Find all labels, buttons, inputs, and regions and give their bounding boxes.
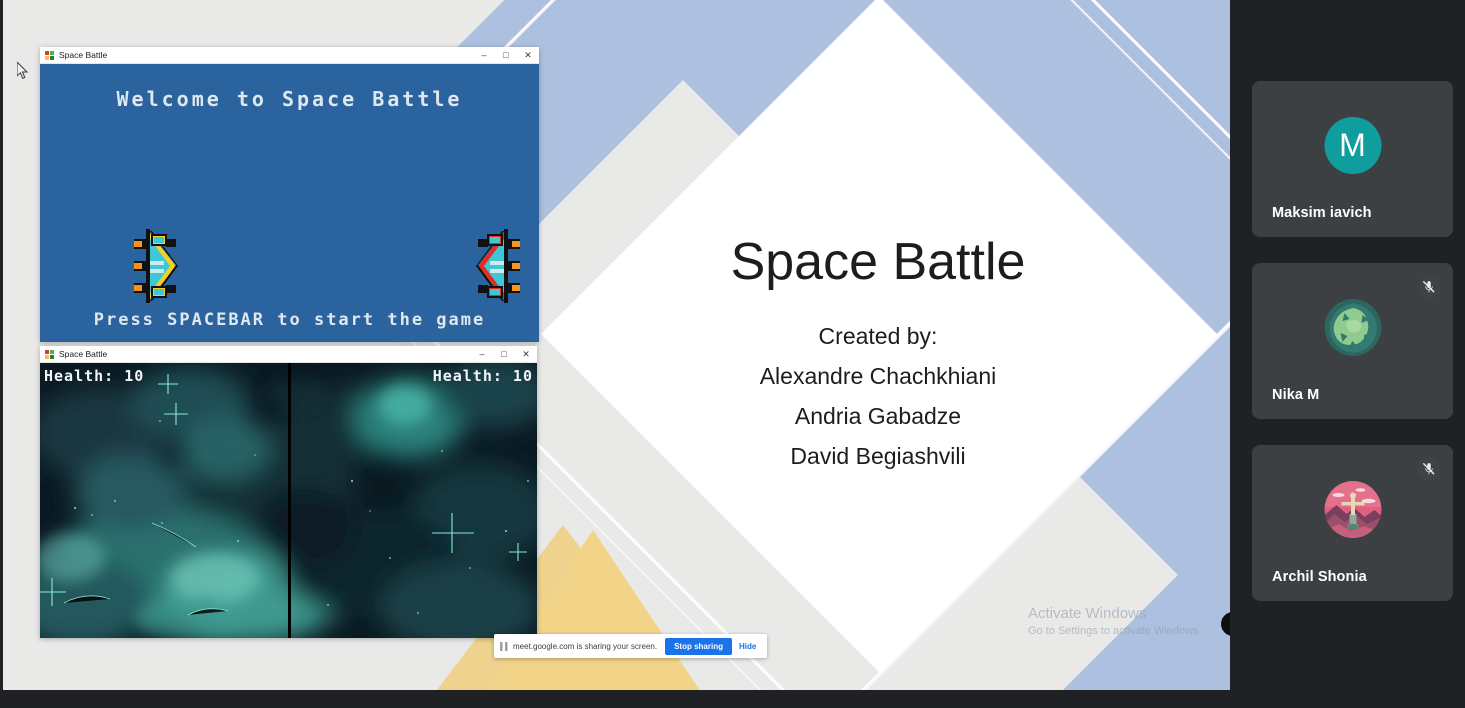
mic-muted-icon: [1417, 275, 1441, 299]
participant-tile-maksim-iavich[interactable]: M Maksim iavich: [1252, 81, 1453, 237]
screen-sharing-toast[interactable]: meet.google.com is sharing your screen. …: [494, 634, 768, 658]
window2-title: Space Battle: [59, 349, 108, 359]
meet-screenshare-screen: Space Battle Created by: Alexandre Chach…: [0, 0, 1465, 708]
participant-tile-archil-shonia[interactable]: Archil Shonia: [1252, 445, 1453, 601]
window2-close-button[interactable]: ✕: [515, 346, 537, 363]
game-welcome-text: Welcome to Space Battle: [116, 87, 463, 111]
slide-title: Space Battle: [730, 233, 1026, 291]
participant-tile-nika-m[interactable]: Nika M: [1252, 263, 1453, 419]
window1-close-button[interactable]: ✕: [517, 47, 539, 64]
slide-text-block: Space Battle Created by: Alexandre Chach…: [663, 235, 1093, 477]
sharing-message: meet.google.com is sharing your screen.: [513, 641, 658, 651]
watermark-line-2: Go to Settings to activate Windows.: [1028, 624, 1202, 637]
game-canvas-start[interactable]: Welcome to Space Battle Press SPACEBAR t…: [40, 64, 539, 342]
slide-author-3: David Begiashvili: [790, 443, 966, 470]
avatar: [1324, 299, 1381, 356]
mic-muted-icon: [1417, 457, 1441, 481]
hide-button[interactable]: Hide: [739, 642, 756, 651]
window2-title-bar[interactable]: Space Battle – □ ✕: [40, 346, 537, 363]
game-window-battle[interactable]: Space Battle – □ ✕ Health: 10 Health: 10: [40, 346, 537, 638]
christ-redeemer-avatar: [1324, 481, 1381, 538]
game-window-start-screen[interactable]: Space Battle – □ ✕ Welcome to Space Batt…: [40, 47, 539, 342]
green-planet-avatar: [1324, 299, 1381, 356]
player-one-ship-icon: [134, 229, 178, 303]
game-start-prompt: Press SPACEBAR to start the game: [93, 310, 486, 330]
window1-title: Space Battle: [59, 50, 108, 60]
game-canvas-battle[interactable]: Health: 10 Health: 10: [40, 363, 537, 638]
participant-name: Nika M: [1272, 387, 1320, 403]
slide-created-by-label: Created by:: [818, 322, 938, 349]
mouse-cursor: [17, 62, 29, 80]
avatar: M: [1324, 117, 1381, 174]
avatar: [1324, 481, 1381, 538]
health-label-player-two: Health: 10: [432, 367, 533, 385]
python-pygame-icon: [45, 50, 54, 60]
activate-windows-watermark: Activate Windows Go to Settings to activ…: [1028, 604, 1202, 638]
slide-author-1: Alexandre Chachkhiani: [759, 362, 997, 389]
participant-rail: M Maksim iavich Nika M Archil Shonia: [1252, 0, 1465, 708]
window1-minimize-button[interactable]: –: [473, 47, 495, 64]
split-screen-divider: [288, 363, 291, 638]
watermark-line-1: Activate Windows: [1028, 605, 1147, 622]
python-pygame-icon: [45, 349, 54, 359]
stop-sharing-button[interactable]: Stop sharing: [665, 637, 732, 655]
shared-screen-stage[interactable]: Space Battle Created by: Alexandre Chach…: [3, 0, 1230, 690]
participant-name: Archil Shonia: [1272, 569, 1367, 585]
window2-minimize-button[interactable]: –: [471, 346, 493, 363]
health-label-player-one: Health: 10: [44, 367, 145, 385]
avatar-initial: M: [1339, 127, 1366, 163]
player-two-ship-icon: [476, 229, 520, 303]
slide-author-2: Andria Gabadze: [794, 403, 962, 430]
window1-maximize-button[interactable]: □: [495, 47, 517, 64]
pause-icon[interactable]: [500, 641, 508, 651]
participant-name: Maksim iavich: [1272, 205, 1372, 221]
window2-maximize-button[interactable]: □: [493, 346, 515, 363]
window1-title-bar[interactable]: Space Battle – □ ✕: [40, 47, 539, 64]
